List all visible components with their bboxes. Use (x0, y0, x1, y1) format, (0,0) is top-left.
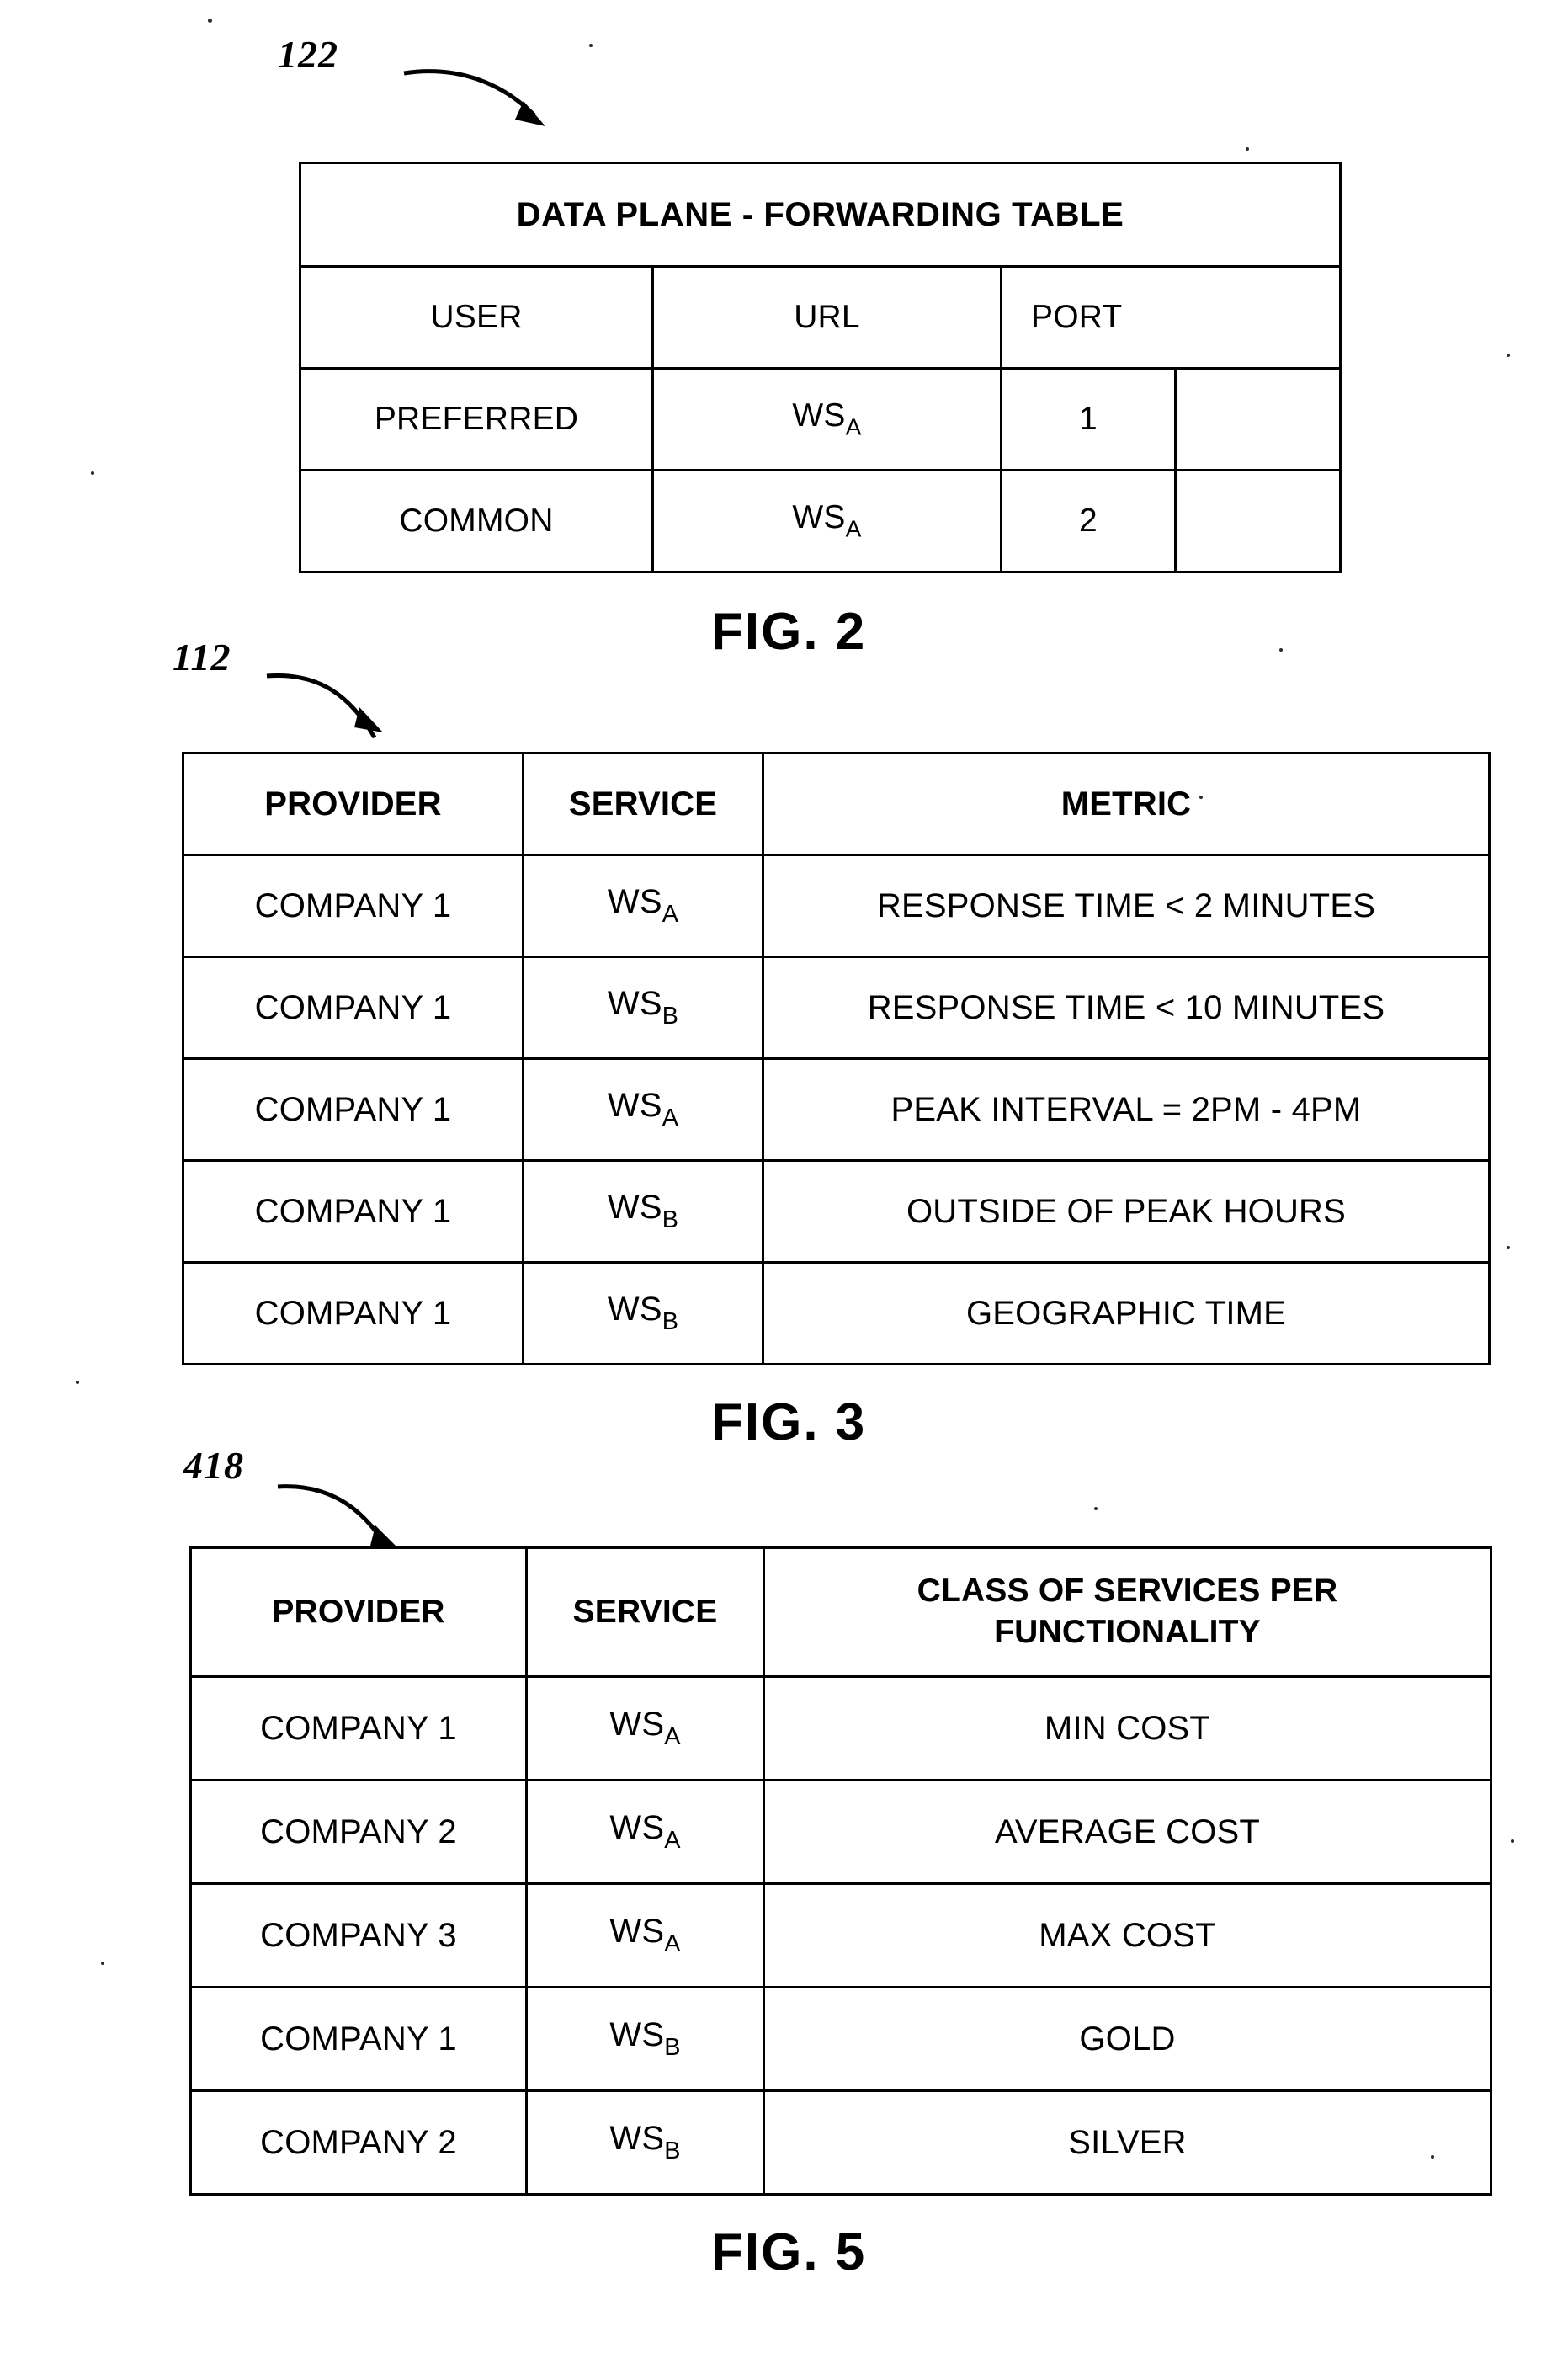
table-row: COMPANY 1 WSB GEOGRAPHIC TIME (182, 1261, 1491, 1365)
cell-class: MAX COST (763, 1882, 1492, 1988)
cell-provider: COMPANY 2 (189, 1779, 528, 1885)
provider-service-metric-table: PROVIDER SERVICE METRIC COMPANY 1 WSA RE… (182, 752, 1491, 1365)
cell-port: 2 (1000, 469, 1177, 573)
cell-port: 1 (1000, 367, 1177, 471)
table-header-row: PROVIDER SERVICE METRIC (182, 752, 1491, 856)
scan-speck (101, 1962, 104, 1965)
column-header-port: PORT (999, 265, 1342, 370)
callout-112: 112 (173, 638, 509, 764)
cell-class: SILVER (763, 2089, 1492, 2196)
scan-speck (208, 19, 212, 23)
callout-122: 122 (278, 35, 631, 153)
scan-speck (1507, 354, 1510, 357)
cell-class: AVERAGE COST (763, 1779, 1492, 1885)
cell-service: WSB (522, 1159, 764, 1264)
table-row: COMPANY 2 WSA AVERAGE COST (189, 1779, 1492, 1885)
table-row: COMPANY 3 WSA MAX COST (189, 1882, 1492, 1988)
cell-metric: PEAK INTERVAL = 2PM - 4PM (762, 1057, 1491, 1162)
cell-metric: RESPONSE TIME < 10 MINUTES (762, 956, 1491, 1060)
table-row: PREFERRED WSA 1 (299, 367, 1342, 471)
scan-speck (76, 1381, 79, 1384)
figure-caption-2: FIG. 2 (711, 603, 867, 661)
scan-speck (1094, 1507, 1098, 1510)
column-header-url: URL (651, 265, 1002, 370)
cell-user: PREFERRED (299, 367, 654, 471)
column-header-provider: PROVIDER (189, 1546, 528, 1678)
table-title: DATA PLANE - FORWARDING TABLE (298, 162, 1342, 268)
data-plane-forwarding-table: DATA PLANE - FORWARDING TABLE USER URL P… (298, 162, 1342, 573)
cell-service: WSB (525, 2089, 765, 2196)
scan-speck (1199, 796, 1203, 799)
column-header-service: SERVICE (522, 752, 764, 856)
cell-service: WSB (522, 956, 764, 1060)
cell-extra (1173, 469, 1342, 573)
cell-provider: COMPANY 1 (189, 1986, 528, 2092)
cell-provider: COMPANY 1 (182, 854, 524, 958)
cell-provider: COMPANY 1 (182, 956, 524, 1060)
table-row: COMPANY 2 WSB SILVER (189, 2089, 1492, 2196)
figure-3-table: PROVIDER SERVICE METRIC COMPANY 1 WSA RE… (182, 752, 1491, 1365)
class-of-services-table: PROVIDER SERVICE CLASS OF SERVICES PER F… (189, 1546, 1492, 2196)
table-row: COMPANY 1 WSB GOLD (189, 1986, 1492, 2092)
column-header-provider: PROVIDER (182, 752, 524, 856)
cell-provider: COMPANY 1 (182, 1261, 524, 1365)
cell-metric: OUTSIDE OF PEAK HOURS (762, 1159, 1491, 1264)
cell-provider: COMPANY 1 (189, 1675, 528, 1781)
scan-speck (1507, 1246, 1510, 1249)
figure-2-table: DATA PLANE - FORWARDING TABLE USER URL P… (298, 162, 1342, 573)
cell-service: WSA (525, 1779, 765, 1885)
scan-speck (589, 44, 593, 47)
table-row: COMPANY 1 WSB RESPONSE TIME < 10 MINUTES (182, 956, 1491, 1060)
table-header-row: USER URL PORT (299, 265, 1342, 370)
figure-caption-5: FIG. 5 (711, 2223, 867, 2281)
cell-user: COMMON (299, 469, 654, 573)
cell-provider: COMPANY 3 (189, 1882, 528, 1988)
cell-service: WSA (522, 854, 764, 958)
cell-service: WSB (525, 1986, 765, 2092)
table-header-row: PROVIDER SERVICE CLASS OF SERVICES PER F… (189, 1546, 1492, 1678)
table-row: COMPANY 1 WSA PEAK INTERVAL = 2PM - 4PM (182, 1057, 1491, 1162)
class-header-line-1: CLASS OF SERVICES PER (917, 1573, 1338, 1610)
column-header-user: USER (299, 265, 654, 370)
cell-class: GOLD (763, 1986, 1492, 2092)
column-header-class-of-services: CLASS OF SERVICES PER FUNCTIONALITY (763, 1546, 1492, 1678)
scan-speck (1511, 1839, 1514, 1843)
table-row: COMPANY 1 WSB OUTSIDE OF PEAK HOURS (182, 1159, 1491, 1264)
scan-speck (1279, 648, 1283, 652)
scan-speck (1246, 147, 1249, 151)
leader-arrow-112 (266, 673, 383, 739)
class-header-line-2: FUNCTIONALITY (994, 1614, 1261, 1650)
cell-metric: RESPONSE TIME < 2 MINUTES (762, 854, 1491, 958)
cell-service: WSA (525, 1675, 765, 1781)
cell-service: WSA (525, 1882, 765, 1988)
cell-service: WSA (522, 1057, 764, 1162)
leader-arrow-122 (403, 69, 545, 126)
scan-speck (1431, 2155, 1434, 2159)
cell-class: MIN COST (763, 1675, 1492, 1781)
cell-extra (1173, 367, 1342, 471)
cell-service: WSB (522, 1261, 764, 1365)
cell-url: WSA (651, 469, 1002, 573)
column-header-metric: METRIC (762, 752, 1491, 856)
cell-provider: COMPANY 2 (189, 2089, 528, 2196)
cell-metric: GEOGRAPHIC TIME (762, 1261, 1491, 1365)
cell-provider: COMPANY 1 (182, 1159, 524, 1264)
table-row: COMPANY 1 WSA MIN COST (189, 1675, 1492, 1781)
cell-provider: COMPANY 1 (182, 1057, 524, 1162)
scan-speck (91, 471, 94, 475)
table-row: COMMON WSA 2 (299, 469, 1342, 573)
table-row: COMPANY 1 WSA RESPONSE TIME < 2 MINUTES (182, 854, 1491, 958)
figure-5-table: PROVIDER SERVICE CLASS OF SERVICES PER F… (189, 1546, 1492, 2196)
cell-url: WSA (651, 367, 1002, 471)
figure-caption-3: FIG. 3 (711, 1393, 867, 1451)
table-title-row: DATA PLANE - FORWARDING TABLE (298, 162, 1342, 268)
column-header-service: SERVICE (525, 1546, 765, 1678)
